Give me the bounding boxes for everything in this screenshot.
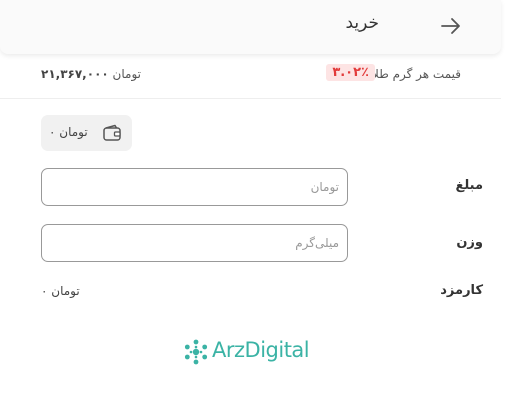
amount-input[interactable]: [41, 168, 348, 206]
arzdigital-logo: ArzDigital: [182, 336, 327, 368]
wallet-balance-chip[interactable]: ۰ تومان: [41, 115, 132, 151]
page-title: خرید: [345, 13, 379, 33]
back-button[interactable]: [439, 14, 463, 38]
amount-label: مبلغ: [455, 178, 483, 193]
fee-label: کارمزد: [440, 283, 483, 298]
gold-price-row: قیمت هر گرم طلا ۳.۰۲٪ ۲۱,۳۶۷,۰۰۰ تومان: [0, 60, 501, 99]
logo-mark-icon: [184, 339, 208, 365]
logo-text: ArzDigital: [212, 338, 310, 362]
arrow-right-icon: [441, 18, 460, 34]
price-unit: تومان: [112, 67, 141, 81]
top-app-bar: خرید: [0, 0, 501, 54]
fee-value: ۰ تومان: [41, 284, 80, 298]
weight-input[interactable]: [41, 224, 348, 262]
wallet-balance-text: ۰ تومان: [49, 125, 88, 139]
price-number: ۲۱,۳۶۷,۰۰۰: [41, 67, 109, 81]
weight-label: وزن: [456, 235, 483, 250]
price-value: ۲۱,۳۶۷,۰۰۰ تومان: [41, 67, 141, 81]
wallet-icon: [103, 124, 121, 141]
price-change-badge: ۳.۰۲٪: [326, 64, 375, 81]
price-label: قیمت هر گرم طلا: [372, 67, 461, 81]
